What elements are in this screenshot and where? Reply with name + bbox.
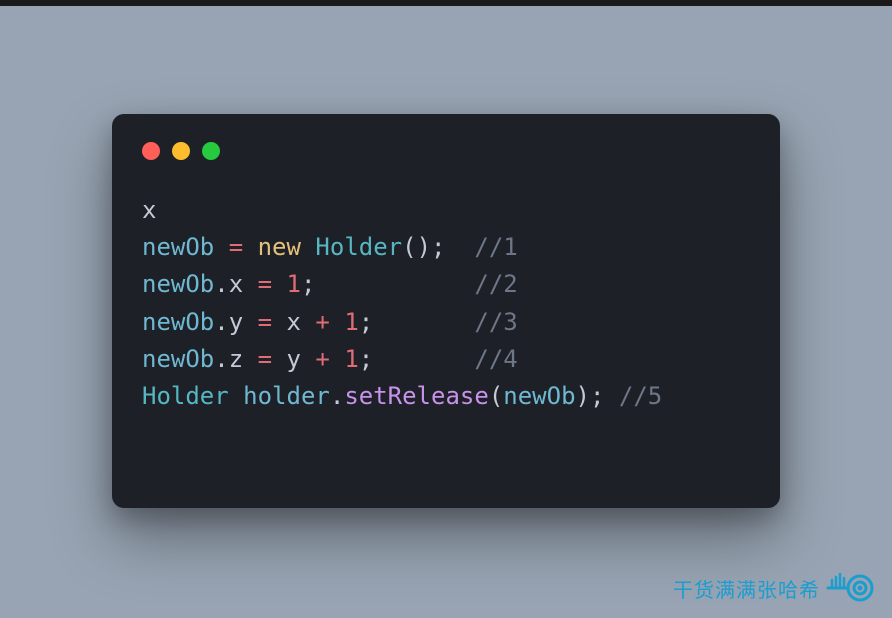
code-token: ; <box>359 345 373 373</box>
code-token: Holder <box>315 233 402 261</box>
code-token: = <box>258 270 272 298</box>
code-token: . <box>214 308 228 336</box>
code-token: 1 <box>344 345 358 373</box>
code-line: newOb = new Holder(); //1 <box>142 233 518 261</box>
watermark: 干货满满张哈希 <box>673 570 874 606</box>
code-pad <box>315 270 474 298</box>
code-token: . <box>214 345 228 373</box>
code-line: x <box>142 196 156 224</box>
code-token: x <box>229 270 243 298</box>
code-token: newOb <box>142 233 214 261</box>
code-token: 1 <box>344 308 358 336</box>
code-token: ; <box>301 270 315 298</box>
code-token: y <box>287 345 301 373</box>
code-pad <box>229 382 243 410</box>
code-comment: //3 <box>474 308 517 336</box>
code-token: . <box>214 270 228 298</box>
code-token: newOb <box>142 270 214 298</box>
code-token: new <box>258 233 301 261</box>
code-token: x <box>287 308 301 336</box>
code-token: ; <box>359 308 373 336</box>
code-pad <box>445 233 474 261</box>
code-token: holder <box>243 382 330 410</box>
code-token: + <box>315 345 329 373</box>
signal-icon <box>826 570 874 606</box>
code-token: y <box>229 308 243 336</box>
code-token: = <box>229 233 243 261</box>
code-token: x <box>142 196 156 224</box>
code-token: newOb <box>142 308 214 336</box>
code-comment: //2 <box>474 270 517 298</box>
code-window: x newOb = new Holder(); //1 newOb.x = 1;… <box>112 114 780 508</box>
code-token: + <box>315 308 329 336</box>
code-line: newOb.z = y + 1; //4 <box>142 345 518 373</box>
code-token: setRelease <box>344 382 489 410</box>
code-line: Holder holder.setRelease(newOb); //5 <box>142 382 662 410</box>
code-token: ); <box>576 382 605 410</box>
code-token: (); <box>402 233 445 261</box>
minimize-icon[interactable] <box>172 142 190 160</box>
maximize-icon[interactable] <box>202 142 220 160</box>
close-icon[interactable] <box>142 142 160 160</box>
code-token: = <box>258 345 272 373</box>
code-token: newOb <box>142 345 214 373</box>
code-token: Holder <box>142 382 229 410</box>
watermark-text: 干货满满张哈希 <box>673 574 820 603</box>
code-token: . <box>330 382 344 410</box>
top-bar <box>0 0 892 6</box>
traffic-lights <box>142 142 750 160</box>
code-pad <box>604 382 618 410</box>
code-comment: //1 <box>474 233 517 261</box>
code-comment: //5 <box>619 382 662 410</box>
code-line: newOb.y = x + 1; //3 <box>142 308 518 336</box>
code-line: newOb.x = 1; //2 <box>142 270 518 298</box>
code-token: ( <box>489 382 503 410</box>
code-block: x newOb = new Holder(); //1 newOb.x = 1;… <box>142 192 750 415</box>
code-token: 1 <box>287 270 301 298</box>
code-pad <box>373 308 474 336</box>
code-token: z <box>229 345 243 373</box>
code-pad <box>373 345 474 373</box>
code-token: = <box>258 308 272 336</box>
code-token: newOb <box>503 382 575 410</box>
code-comment: //4 <box>474 345 517 373</box>
